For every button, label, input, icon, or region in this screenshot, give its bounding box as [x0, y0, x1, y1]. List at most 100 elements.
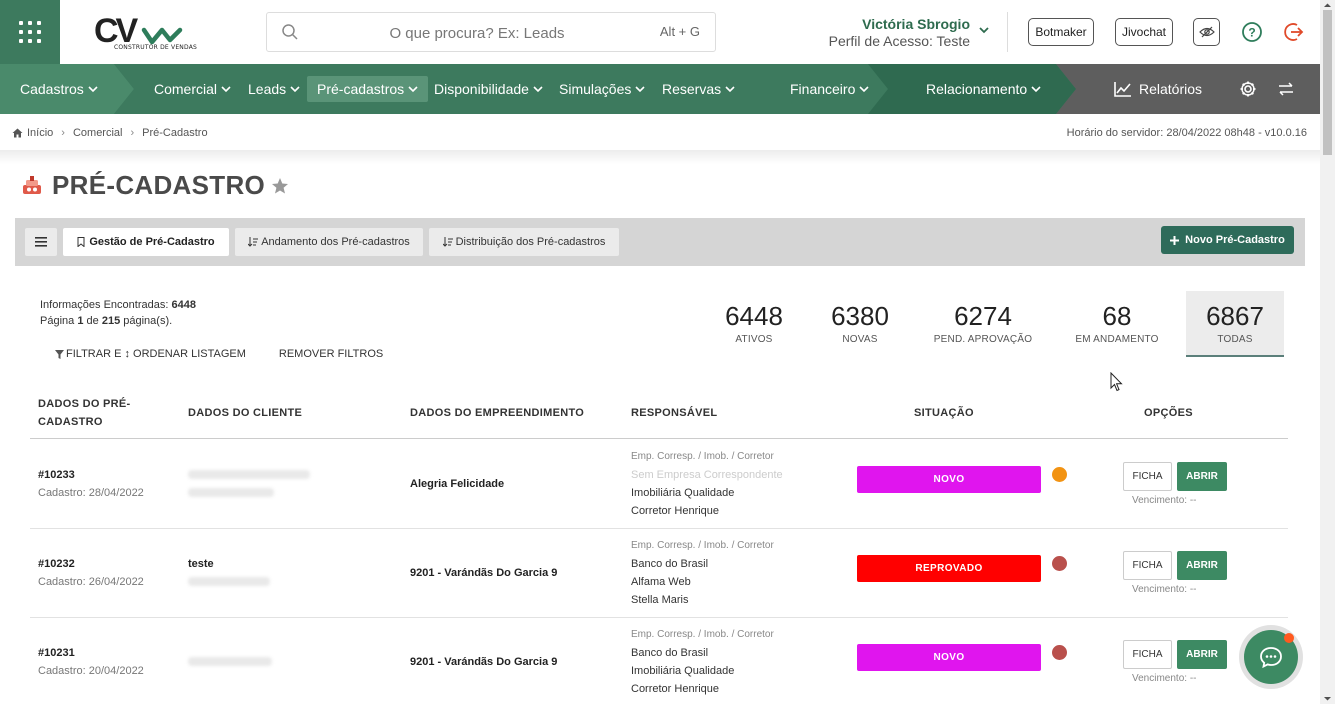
server-time: Horário do servidor: 28/04/2022 08h48 - … — [1066, 127, 1307, 139]
stat-novas[interactable]: 6380 NOVAS — [818, 291, 902, 357]
page-scrollbar[interactable] — [1320, 0, 1335, 704]
stat-em-andamento[interactable]: 68 EM ANDAMENTO — [1068, 291, 1166, 357]
header-divider — [1007, 12, 1008, 52]
remove-filters-link[interactable]: REMOVER FILTROS — [279, 348, 383, 360]
menu-toggle-button[interactable] — [25, 228, 57, 256]
chevron-down-icon[interactable] — [978, 24, 990, 36]
chevron-down-icon — [1031, 86, 1041, 93]
search-icon — [282, 24, 298, 40]
nav-reservas[interactable]: Reservas — [662, 64, 735, 114]
client-data-redacted — [188, 577, 270, 586]
vencimento: Vencimento: -- — [1132, 673, 1197, 684]
resp-corretor: Corretor Henrique — [631, 505, 720, 517]
tab-gestao[interactable]: Gestão de Pré-Cadastro — [63, 228, 229, 256]
app-menu-button[interactable] — [0, 0, 60, 64]
search-input[interactable] — [307, 21, 647, 45]
nav-simulacoes[interactable]: Simulações — [559, 64, 645, 114]
sort-icon — [442, 237, 453, 247]
header-opcoes: OPÇÕES — [1144, 407, 1193, 419]
scroll-up-arrow-icon[interactable] — [1320, 0, 1335, 10]
filter-order-link[interactable]: FILTRAR E ↕ ORDENAR LISTAGEM — [55, 348, 246, 360]
exchange-icon — [1279, 82, 1293, 96]
stat-ativos[interactable]: 6448 ATIVOS — [712, 291, 796, 357]
stat-pend-aprovacao[interactable]: 6274 PEND. APROVAÇÃO — [928, 291, 1038, 357]
header-responsavel: RESPONSÁVEL — [631, 407, 718, 419]
logo-subtitle: CONSTRUTOR DE VENDAS — [114, 44, 198, 51]
scroll-down-arrow-icon[interactable] — [1320, 694, 1335, 704]
status-badge: REPROVADO — [857, 555, 1041, 582]
found-count: 6448 — [171, 299, 196, 311]
status-dot — [1052, 467, 1067, 482]
nav-relatorios[interactable]: Relatórios — [1114, 64, 1202, 114]
logout-button[interactable] — [1280, 18, 1308, 46]
ficha-button[interactable]: FICHA — [1123, 640, 1172, 669]
user-name: Victória Sbrogio — [862, 16, 970, 32]
resp-empresa: Sem Empresa Correspondente — [631, 469, 783, 481]
row-divider — [30, 528, 1288, 529]
page-title-area: PRÉ-CADASTRO — [20, 170, 289, 201]
nav-leads[interactable]: Leads — [248, 64, 300, 114]
star-icon[interactable] — [271, 177, 289, 195]
help-icon: ? — [1242, 22, 1262, 42]
table-header-divider — [30, 438, 1288, 439]
scrollbar-thumb[interactable] — [1323, 10, 1332, 155]
nav-cadastros[interactable]: Cadastros — [20, 64, 98, 114]
breadcrumb-separator: › — [61, 127, 65, 139]
nav-financeiro[interactable]: Financeiro — [790, 64, 869, 114]
client-data-redacted — [188, 657, 272, 666]
row-id: #10231 — [38, 647, 75, 659]
sort-icon — [248, 237, 259, 247]
chat-bubble-icon — [1260, 647, 1282, 668]
pre-cadastro-icon — [23, 175, 41, 194]
search-box[interactable]: Alt + G — [266, 12, 716, 52]
hide-values-button[interactable] — [1193, 18, 1220, 46]
eye-slash-icon — [1198, 26, 1215, 38]
ficha-button[interactable]: FICHA — [1123, 462, 1172, 491]
top-header: CV CONSTRUTOR DE VENDAS Alt + G Victória… — [0, 0, 1320, 64]
settings-button[interactable] — [1239, 64, 1257, 114]
status-badge: NOVO — [857, 466, 1041, 493]
grid-icon — [19, 21, 41, 43]
nav-disponibilidade[interactable]: Disponibilidade — [434, 64, 543, 114]
abrir-button[interactable]: ABRIR — [1177, 551, 1227, 580]
chevron-down-icon — [635, 86, 645, 93]
hamburger-icon — [35, 237, 47, 247]
mouse-cursor-icon — [1110, 372, 1123, 392]
help-button[interactable]: ? — [1238, 18, 1266, 46]
row-date: Cadastro: 26/04/2022 — [38, 576, 144, 588]
breadcrumb-comercial[interactable]: Comercial — [73, 127, 123, 139]
botmaker-button[interactable]: Botmaker — [1028, 18, 1094, 46]
resp-empresa: Banco do Brasil — [631, 647, 709, 659]
status-dot — [1052, 556, 1067, 571]
svg-text:?: ? — [1248, 26, 1255, 40]
chat-notification-badge — [1284, 633, 1294, 643]
user-menu[interactable]: Victória Sbrogio Perfil de Acesso: Teste — [820, 16, 970, 49]
vencimento: Vencimento: -- — [1132, 584, 1197, 595]
header-dados-pre-cadastro: DADOS DO PRÉ- CADASTRO — [38, 398, 131, 428]
breadcrumb-home[interactable]: Início — [27, 127, 53, 139]
chevron-down-icon — [725, 86, 735, 93]
stat-todas[interactable]: 6867 TODAS — [1186, 291, 1284, 357]
tab-andamento[interactable]: Andamento dos Pré-cadastros — [235, 228, 423, 256]
nav-relacionamento[interactable]: Relacionamento — [926, 64, 1041, 114]
home-icon — [12, 128, 23, 138]
row-project: Alegria Felicidade — [410, 478, 505, 490]
resp-corretor: Corretor Henrique — [631, 683, 720, 695]
nav-comercial[interactable]: Comercial — [154, 64, 231, 114]
switch-button[interactable] — [1277, 64, 1295, 114]
status-dot — [1052, 645, 1067, 660]
user-role: Perfil de Acesso: Teste — [828, 33, 970, 49]
jivochat-button[interactable]: Jivochat — [1115, 18, 1173, 46]
new-pre-cadastro-button[interactable]: Novo Pré-Cadastro — [1161, 226, 1294, 254]
tab-distribuicao[interactable]: Distribuição dos Pré-cadastros — [429, 228, 619, 256]
ficha-button[interactable]: FICHA — [1123, 551, 1172, 580]
header-dados-empreendimento: DADOS DO EMPREENDIMENTO — [410, 407, 585, 419]
nav-pre-cadastros[interactable]: Pré-cadastros — [307, 76, 429, 102]
chevron-down-icon — [221, 86, 231, 93]
row-divider — [30, 617, 1288, 618]
abrir-button[interactable]: ABRIR — [1177, 640, 1227, 669]
resp-imobiliaria: Imobiliária Qualidade — [631, 487, 735, 499]
client-data-redacted — [188, 470, 310, 497]
abrir-button[interactable]: ABRIR — [1177, 462, 1227, 491]
row-project: 9201 - Varándãs Do Garcia 9 — [410, 656, 558, 668]
